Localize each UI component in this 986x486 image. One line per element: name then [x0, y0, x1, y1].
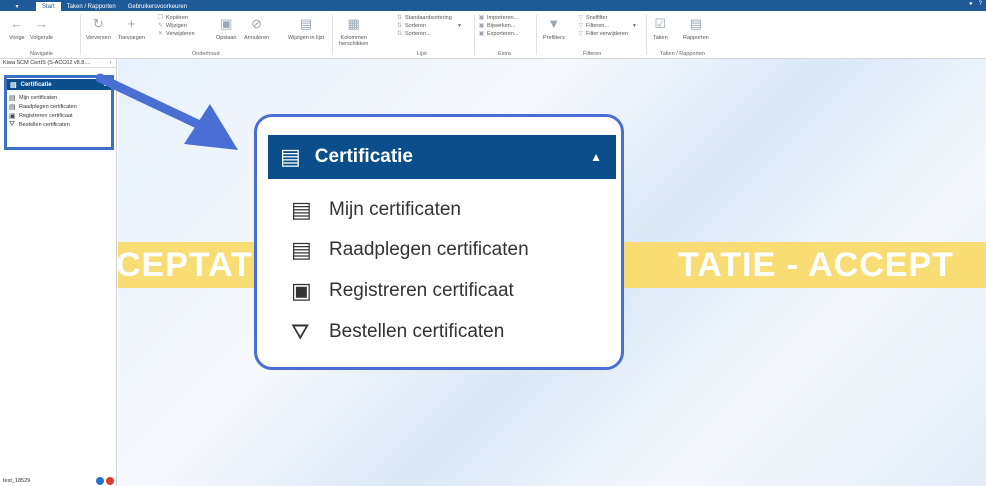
app-menu-button[interactable]: ▾	[6, 2, 28, 11]
cart-icon: ⛛	[291, 319, 310, 344]
nav-item-registreren-certificaat[interactable]: ▣ Registreren certificaat	[9, 111, 73, 120]
plus-icon: +	[127, 16, 136, 31]
pencil-icon: ✎	[157, 23, 164, 29]
refresh-icon: ↻	[92, 16, 104, 31]
group-label-taken-rapporten: Taken / Rapporten	[660, 51, 705, 57]
opslaan-button[interactable]: ▣ Opslaan	[216, 16, 237, 42]
nav-item-mijn-certificaten[interactable]: ▤ Mijn certificaten	[9, 93, 57, 102]
rapporten-button[interactable]: ▤ Rapporten	[683, 16, 709, 42]
chevron-down-icon: ▾	[632, 23, 636, 29]
sort-icon: ⇅	[396, 23, 403, 29]
report-icon: ▤	[689, 16, 702, 31]
edit-list-icon: ▤	[299, 16, 313, 31]
update-icon: ▣	[478, 23, 485, 29]
annuleren-button[interactable]: ⊘ Annuleren	[244, 16, 269, 42]
ribbon-tab-bar: ▾ Start Taken / Rapporten Gebruikersvoor…	[0, 0, 986, 11]
tab-gebruikersvoorkeuren[interactable]: Gebruikersvoorkeuren	[122, 2, 193, 11]
sort-icon: ⇅	[396, 31, 403, 37]
wijzigen-button[interactable]: ✎ Wijzigen	[157, 23, 187, 30]
callout-category-certificatie: ▤ Certificatie ▲	[268, 135, 616, 179]
save-icon: ▣	[220, 16, 233, 31]
certificate-icon: ▤	[9, 103, 16, 111]
import-icon: ▣	[478, 15, 485, 21]
info-icon[interactable]	[96, 476, 104, 485]
group-separator	[80, 15, 81, 55]
banner-text-left: CEPTATI	[118, 246, 264, 284]
group-label-lijst: Lijst	[417, 51, 427, 57]
filteren-dropdown[interactable]: ▽ Filteren... ▾	[577, 23, 636, 30]
tab-taken-rapporten[interactable]: Taken / Rapporten	[61, 2, 122, 11]
sorteren-dropdown[interactable]: ⇅ Sorteren ▾	[396, 23, 461, 30]
copy-icon: ❐	[157, 15, 164, 21]
chevron-double-up-icon: ▲	[590, 150, 602, 164]
verversen-button[interactable]: ↻ Verversen	[86, 16, 111, 42]
volgende-button[interactable]: → Volgende	[30, 16, 53, 42]
certificate-icon: ▤	[9, 94, 16, 102]
group-separator	[332, 15, 333, 55]
ribbon: ← Vorige → Volgende Navigatie ↻ Ververse…	[0, 11, 986, 59]
sorteren-dialog-button[interactable]: ⇅ Sorteren...	[396, 31, 431, 38]
callout-item-mijn-certificaten: ▤ Mijn certificaten	[291, 197, 461, 222]
pointer-arrow	[96, 73, 238, 150]
certificate-icon: ▤	[291, 237, 312, 262]
wijzigen-in-lijst-button[interactable]: ▤ Wijzigen in lijst	[288, 16, 324, 42]
arrow-left-icon: ←	[10, 16, 24, 31]
status-user: test_18529	[3, 477, 31, 484]
verwijderen-button[interactable]: ✕ Verwijderen	[157, 31, 195, 38]
group-label-extra: Extra	[498, 51, 511, 57]
importeren-button[interactable]: ▣ Importeren...	[478, 15, 519, 22]
status-bar: test_18529	[0, 475, 117, 486]
group-separator	[646, 15, 647, 55]
group-label-filteren: Filteren	[583, 51, 602, 57]
checklist-icon: ☑	[654, 16, 667, 31]
tab-start[interactable]: Start	[36, 2, 61, 11]
zoom-callout: ▤ Certificatie ▲ ▤ Mijn certificaten ▤ Raa…	[254, 114, 624, 370]
banner-text-right: TATIE - ACCEPT	[678, 246, 954, 284]
certificate-icon: ▤	[280, 144, 301, 169]
exporteren-button[interactable]: ▣ Exporteren...	[478, 31, 519, 38]
alert-icon[interactable]	[106, 476, 114, 485]
sort-icon: ⇅	[396, 15, 403, 21]
funnel-icon: ▼	[547, 16, 561, 31]
export-icon: ▣	[478, 31, 485, 37]
snelfilter-button[interactable]: ▽ Snelfilter	[577, 15, 607, 22]
certificate-icon: ▤	[10, 81, 17, 89]
toevoegen-button[interactable]: + Toevoegen	[118, 16, 145, 42]
arrow-right-icon: →	[34, 16, 48, 31]
register-icon: ▣	[291, 278, 312, 303]
funnel-icon: ▽	[578, 15, 583, 21]
register-icon: ▣	[9, 112, 16, 120]
chevron-down-icon: ▾	[458, 23, 461, 29]
pin-icon[interactable]: ↑	[109, 60, 112, 66]
callout-item-registreren-certificaat: ▣ Registreren certificaat	[291, 278, 514, 303]
kolommen-herschikken-button[interactable]: ▦ Kolommen herschikken	[339, 16, 368, 48]
bijwerken-button[interactable]: ▣ Bijwerken...	[478, 23, 516, 30]
prefilters-button[interactable]: ▼ Prefilters	[543, 16, 565, 42]
certificate-icon: ▤	[291, 197, 312, 222]
taken-button[interactable]: ☑ Taken	[653, 16, 668, 42]
cancel-icon: ⊘	[251, 16, 262, 31]
callout-item-raadplegen-certificaten: ▤ Raadplegen certificaten	[291, 237, 529, 262]
group-label-navigatie: Navigatie	[30, 51, 53, 57]
group-label-onderhoud: Onderhoud	[192, 51, 220, 57]
funnel-icon: ▽	[578, 23, 583, 29]
delete-icon: ✕	[157, 31, 164, 37]
nav-pane-header: Kiwa SCM CertIS (S-ACC02 v8.8.... ↑	[0, 59, 116, 68]
standaardsortering-button[interactable]: ⇅ Standaardsortering	[396, 15, 452, 22]
vorige-button[interactable]: ← Vorige	[9, 16, 25, 42]
columns-icon: ▦	[347, 16, 360, 31]
kopieren-button[interactable]: ❐ Kopiëren	[157, 15, 188, 22]
cart-icon: ⛛	[9, 120, 15, 128]
nav-item-raadplegen-certificaten[interactable]: ▤ Raadplegen certificaten	[9, 102, 77, 111]
nav-item-bestellen-certificaten[interactable]: ⛛ Bestellen certificaten	[9, 120, 70, 129]
callout-item-bestellen-certificaten: ⛛ Bestellen certificaten	[291, 319, 505, 344]
funnel-remove-icon: ▽	[578, 31, 583, 37]
pin-icon[interactable]: ●	[969, 1, 973, 7]
help-button[interactable]: ?	[979, 1, 982, 7]
group-separator	[536, 15, 537, 55]
filter-verwijderen-button[interactable]: ▽ Filter verwijderen	[577, 31, 628, 38]
group-separator	[474, 15, 475, 55]
